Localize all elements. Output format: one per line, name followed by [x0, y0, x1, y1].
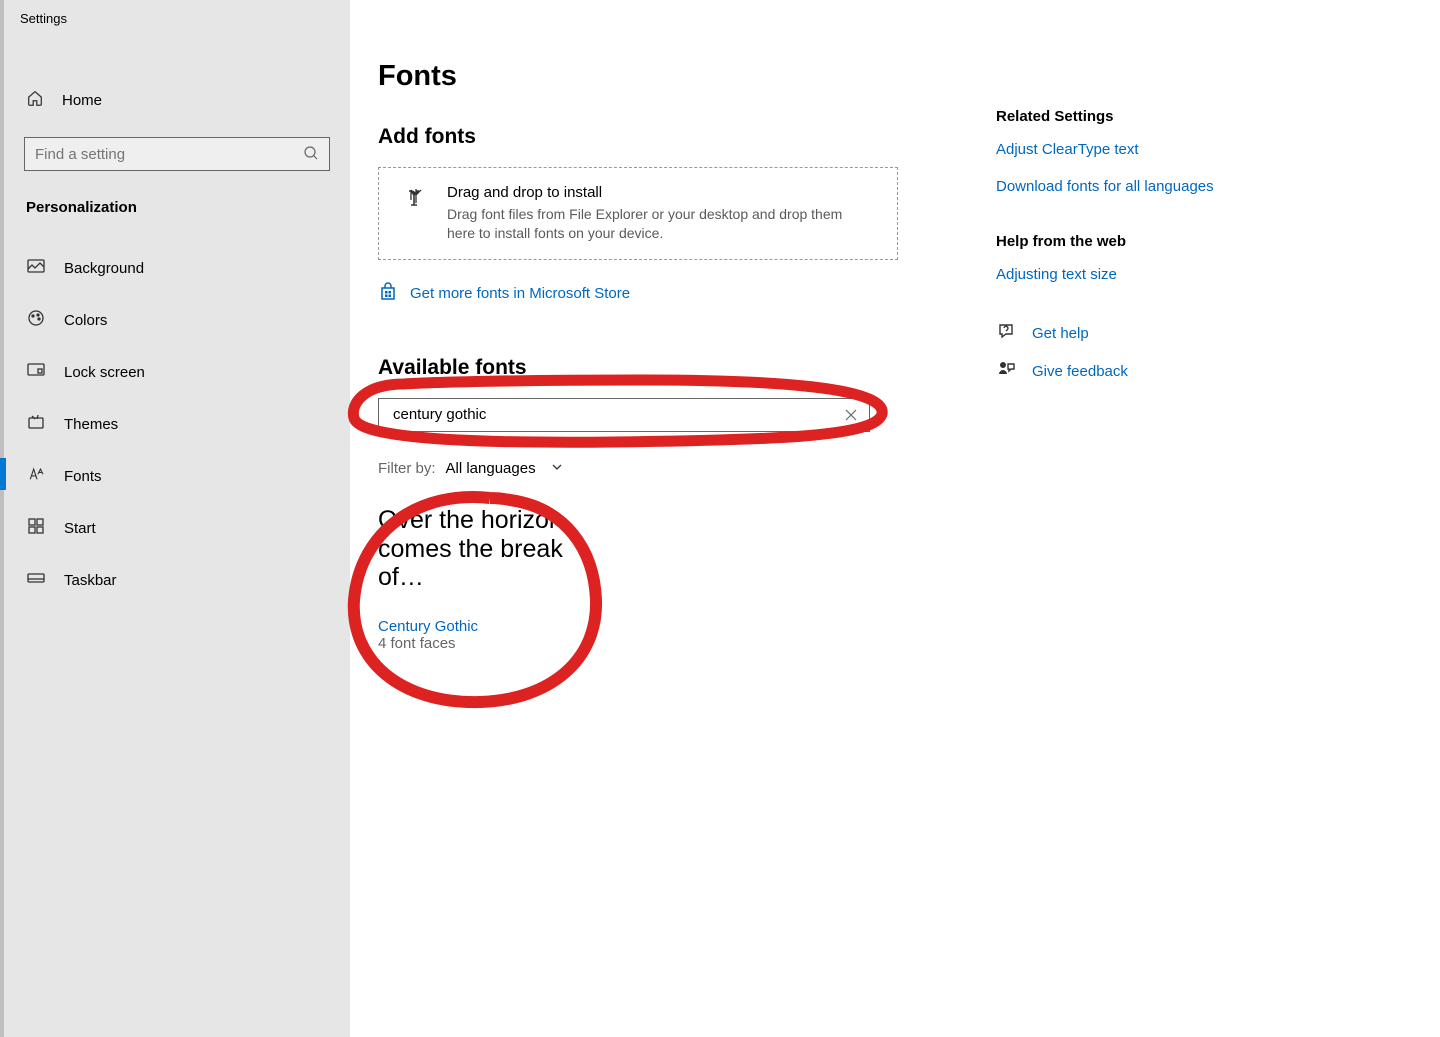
background-icon	[26, 256, 46, 280]
fonts-icon	[26, 464, 46, 488]
sidebar-search-input[interactable]	[35, 146, 303, 163]
home-icon	[26, 89, 44, 111]
start-icon	[26, 516, 46, 540]
filter-row[interactable]: Filter by: All languages	[378, 460, 1412, 478]
help-icon	[996, 321, 1016, 345]
get-help[interactable]: Get help	[996, 321, 1256, 345]
sidebar-item-label: Start	[64, 520, 96, 537]
sidebar-item-label: Fonts	[64, 468, 102, 485]
taskbar-icon	[26, 568, 46, 592]
sidebar-item-label: Background	[64, 260, 144, 277]
related-link-download[interactable]: Download fonts for all languages	[996, 178, 1256, 195]
sidebar-item-taskbar[interactable]: Taskbar	[4, 554, 350, 606]
font-faces: 4 font faces	[378, 635, 563, 652]
lock-screen-icon	[26, 360, 46, 384]
page-title: Fonts	[378, 60, 1412, 93]
add-fonts-heading: Add fonts	[378, 125, 1412, 149]
available-fonts-heading: Available fonts	[378, 356, 1412, 380]
sidebar-item-background[interactable]: Background	[4, 242, 350, 294]
sidebar-item-label: Taskbar	[64, 572, 117, 589]
colors-icon	[26, 308, 46, 332]
help-heading: Help from the web	[996, 233, 1256, 250]
chevron-down-icon	[550, 460, 564, 478]
font-result-card[interactable]: Over the horizon comes the break of… Cen…	[378, 506, 563, 652]
help-link-textsize[interactable]: Adjusting text size	[996, 266, 1256, 283]
related-link-cleartype[interactable]: Adjust ClearType text	[996, 141, 1256, 158]
related-heading: Related Settings	[996, 108, 1256, 125]
sidebar-item-label: Lock screen	[64, 364, 145, 381]
sidebar-item-label: Themes	[64, 416, 118, 433]
sidebar-item-colors[interactable]: Colors	[4, 294, 350, 346]
sidebar-item-start[interactable]: Start	[4, 502, 350, 554]
sidebar-nav: Background Colors Lock screen Themes Fon…	[4, 242, 350, 606]
drop-icon	[403, 184, 429, 215]
store-icon	[378, 282, 398, 306]
store-link-label: Get more fonts in Microsoft Store	[410, 285, 630, 302]
font-search-input[interactable]	[393, 406, 843, 423]
main-content: Fonts Add fonts Drag and drop to install…	[350, 0, 1440, 1037]
font-name: Century Gothic	[378, 618, 563, 635]
give-feedback[interactable]: Give feedback	[996, 359, 1256, 383]
filter-value: All languages	[446, 460, 536, 477]
font-preview-text: Over the horizon comes the break of…	[378, 506, 563, 592]
font-search[interactable]	[378, 398, 870, 432]
sidebar-item-label: Colors	[64, 312, 107, 329]
home-label: Home	[62, 92, 102, 109]
sidebar-search[interactable]	[24, 137, 330, 171]
sidebar: Settings Home Personalization Background…	[0, 0, 350, 1037]
drop-subtitle: Drag font files from File Explorer or yo…	[447, 205, 873, 243]
feedback-icon	[996, 359, 1016, 383]
store-link[interactable]: Get more fonts in Microsoft Store	[378, 282, 1412, 306]
sidebar-item-fonts[interactable]: Fonts	[4, 450, 350, 502]
drop-title: Drag and drop to install	[447, 184, 873, 201]
right-panel: Related Settings Adjust ClearType text D…	[996, 108, 1256, 397]
window-title: Settings	[4, 0, 350, 37]
filter-label: Filter by:	[378, 460, 436, 477]
sidebar-section: Personalization	[4, 171, 350, 226]
themes-icon	[26, 412, 46, 436]
get-help-label: Get help	[1032, 325, 1089, 342]
clear-icon[interactable]	[843, 407, 859, 423]
home-nav[interactable]: Home	[4, 77, 350, 123]
sidebar-item-themes[interactable]: Themes	[4, 398, 350, 450]
drop-zone[interactable]: Drag and drop to install Drag font files…	[378, 167, 898, 260]
give-feedback-label: Give feedback	[1032, 363, 1128, 380]
search-icon	[303, 145, 319, 164]
sidebar-item-lockscreen[interactable]: Lock screen	[4, 346, 350, 398]
